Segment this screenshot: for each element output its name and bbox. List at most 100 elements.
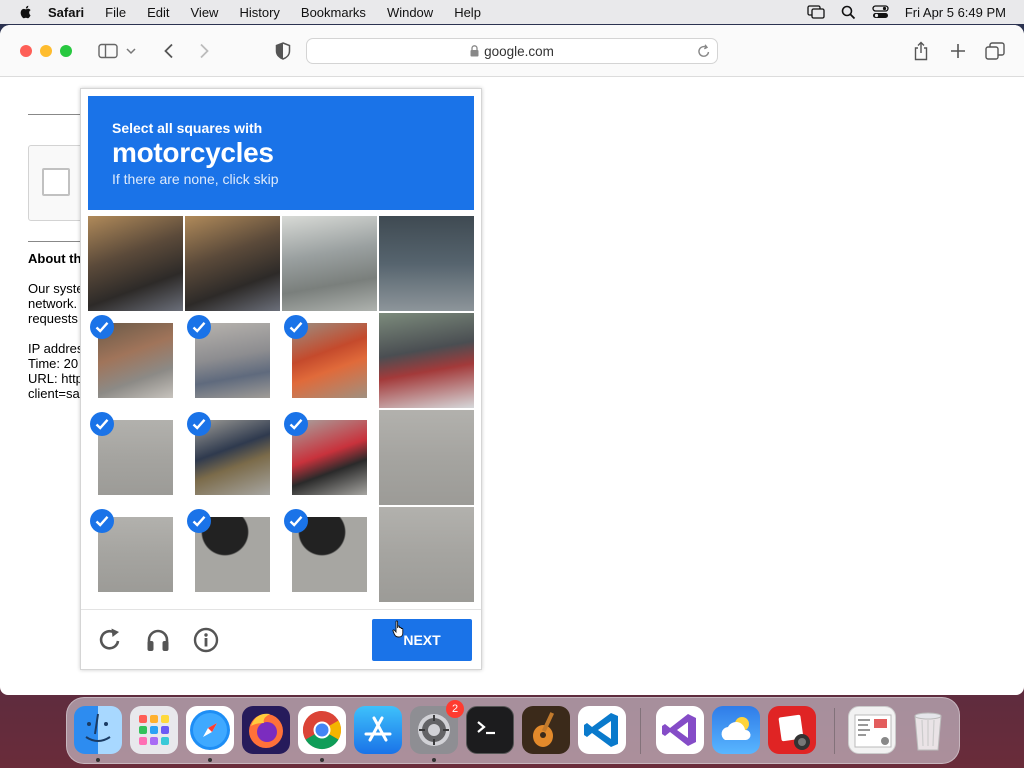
info-icon[interactable] (191, 625, 221, 655)
photo-booth-icon[interactable] (768, 706, 816, 754)
minimize-window-button[interactable] (40, 45, 52, 57)
visual-studio-icon[interactable] (656, 706, 704, 754)
menu-bar: Safari File Edit View History Bookmarks … (0, 0, 1024, 24)
dock: 2 (66, 697, 960, 764)
challenge-tile[interactable] (282, 507, 377, 602)
challenge-tile[interactable] (282, 216, 377, 311)
challenge-tile[interactable] (88, 313, 183, 408)
chrome-icon[interactable] (298, 706, 346, 754)
challenge-tile[interactable] (282, 410, 377, 505)
browser-toolbar: google.com (0, 25, 1024, 77)
challenge-tile[interactable] (185, 216, 280, 311)
page-text-line: requests (28, 311, 78, 326)
challenge-tile[interactable] (88, 410, 183, 505)
challenge-header: Select all squares with motorcycles If t… (88, 96, 474, 210)
reload-icon[interactable] (697, 43, 711, 59)
challenge-tile[interactable] (379, 216, 474, 311)
forward-chevron-icon[interactable] (192, 39, 216, 63)
challenge-tile-image (379, 507, 474, 602)
garageband-icon[interactable] (522, 706, 570, 754)
safari-icon[interactable] (186, 706, 234, 754)
challenge-tile[interactable] (185, 410, 280, 505)
tab-group-chevron-down-icon[interactable] (124, 39, 138, 63)
selected-checkmark-icon (187, 509, 211, 533)
tab-overview-icon[interactable] (983, 39, 1007, 63)
selected-checkmark-icon (284, 509, 308, 533)
challenge-tile-image (185, 216, 280, 311)
privacy-shield-icon[interactable] (271, 39, 295, 63)
spotlight-search-icon[interactable] (841, 5, 856, 20)
menu-edit[interactable]: Edit (147, 5, 169, 20)
address-url: google.com (484, 43, 554, 59)
challenge-tile[interactable] (185, 313, 280, 408)
page-text-line: network. (28, 296, 78, 311)
selected-checkmark-icon (187, 315, 211, 339)
challenge-instruction: Select all squares with (112, 120, 263, 136)
page-text-line: URL: http (28, 371, 83, 386)
challenge-footer: NEXT (81, 609, 481, 669)
menu-help[interactable]: Help (454, 5, 481, 20)
control-center-icon[interactable] (872, 5, 889, 19)
challenge-tile[interactable] (379, 507, 474, 602)
address-bar[interactable]: google.com (306, 38, 718, 64)
challenge-tile-image (379, 410, 474, 505)
challenge-hint: If there are none, click skip (112, 171, 279, 187)
selected-checkmark-icon (187, 412, 211, 436)
challenge-tile[interactable] (88, 216, 183, 311)
new-tab-plus-icon[interactable] (946, 39, 970, 63)
terminal-icon[interactable] (466, 706, 514, 754)
vscode-icon[interactable] (578, 706, 626, 754)
weather-icon[interactable] (712, 706, 760, 754)
challenge-tile-image (282, 216, 377, 311)
trash-icon[interactable] (904, 706, 952, 754)
selected-checkmark-icon (284, 412, 308, 436)
divider (28, 114, 88, 115)
menu-bookmarks[interactable]: Bookmarks (301, 5, 366, 20)
challenge-tile[interactable] (379, 410, 474, 505)
challenge-tile[interactable] (282, 313, 377, 408)
menu-file[interactable]: File (105, 5, 126, 20)
challenge-tile[interactable] (379, 313, 474, 408)
audio-challenge-headphones-icon[interactable] (143, 625, 173, 655)
mouse-pointer-hand-icon (392, 620, 404, 638)
zoom-window-button[interactable] (60, 45, 72, 57)
screen-mirroring-icon[interactable] (807, 5, 825, 19)
challenge-tile-image (379, 313, 474, 408)
challenge-image-grid (88, 216, 474, 602)
selected-checkmark-icon (90, 509, 114, 533)
menu-clock[interactable]: Fri Apr 5 6:49 PM (905, 5, 1006, 20)
selected-checkmark-icon (90, 315, 114, 339)
recaptcha-checkbox[interactable] (42, 168, 70, 196)
next-button[interactable]: NEXT (372, 619, 472, 661)
sidebar-toggle-icon[interactable] (96, 39, 120, 63)
menu-app-name[interactable]: Safari (48, 5, 84, 20)
launchpad-icon[interactable] (130, 706, 178, 754)
menu-history[interactable]: History (239, 5, 279, 20)
reload-challenge-icon[interactable] (95, 625, 125, 655)
share-icon[interactable] (909, 39, 933, 63)
about-heading: About th (28, 251, 82, 266)
firefox-icon[interactable] (242, 706, 290, 754)
close-window-button[interactable] (20, 45, 32, 57)
challenge-tile[interactable] (185, 507, 280, 602)
selected-checkmark-icon (284, 315, 308, 339)
recaptcha-challenge: Select all squares with motorcycles If t… (80, 88, 482, 670)
page-text-line: Our syste (28, 281, 84, 296)
menu-window[interactable]: Window (387, 5, 433, 20)
challenge-tile[interactable] (88, 507, 183, 602)
challenge-tile-image (379, 216, 474, 311)
back-chevron-icon[interactable] (157, 39, 181, 63)
system-settings-icon[interactable]: 2 (410, 700, 464, 754)
lock-icon (470, 45, 479, 57)
apple-menu-icon[interactable] (18, 4, 34, 20)
challenge-tile-image (88, 216, 183, 311)
page-text-line: client=sa (28, 386, 80, 401)
app-store-icon[interactable] (354, 706, 402, 754)
menu-view[interactable]: View (191, 5, 219, 20)
page-text-line: IP addres (28, 341, 84, 356)
preview-document-icon[interactable] (848, 706, 896, 754)
challenge-target: motorcycles (112, 137, 274, 168)
finder-icon[interactable] (74, 706, 122, 754)
selected-checkmark-icon (90, 412, 114, 436)
notification-badge: 2 (446, 700, 464, 718)
